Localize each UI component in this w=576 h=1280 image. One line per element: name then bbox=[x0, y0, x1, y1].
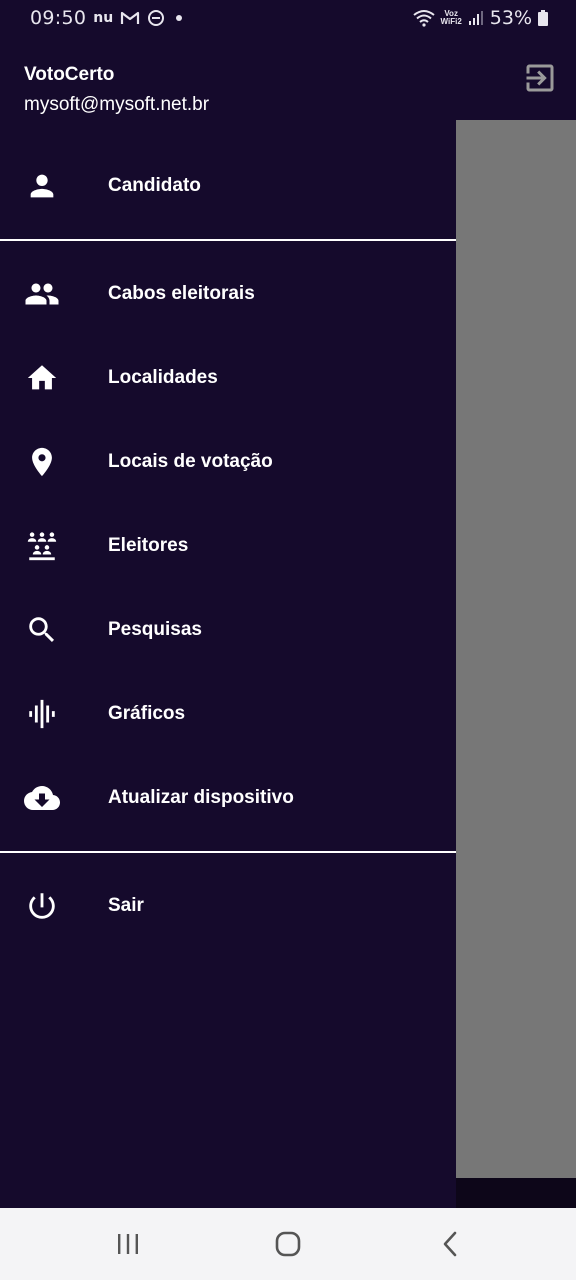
exit-to-app-icon bbox=[526, 64, 554, 92]
status-time: 09:50 bbox=[30, 7, 87, 29]
drawer-scrim[interactable] bbox=[456, 120, 576, 1178]
recent-apps-icon bbox=[118, 1234, 138, 1254]
recent-apps-button[interactable] bbox=[108, 1226, 148, 1262]
menu-item-pesquisas[interactable]: Pesquisas bbox=[0, 598, 456, 662]
back-button[interactable] bbox=[430, 1226, 470, 1262]
power-icon bbox=[24, 888, 60, 924]
menu-item-graficos[interactable]: Gráficos bbox=[0, 682, 456, 746]
cloud-download-icon bbox=[24, 780, 60, 816]
nubank-notification-icon: nu bbox=[93, 10, 114, 26]
person-icon bbox=[24, 168, 60, 204]
status-bar: 09:50 nu Voz WiFi2 53% bbox=[0, 0, 576, 36]
location-pin-icon bbox=[24, 444, 60, 480]
app-name: VotoCerto bbox=[24, 64, 115, 85]
more-notifications-dot-icon bbox=[176, 15, 183, 21]
system-navigation-bar bbox=[0, 1208, 576, 1280]
graphic-eq-icon bbox=[24, 696, 60, 732]
home-icon bbox=[24, 360, 60, 396]
menu-label: Localidades bbox=[108, 367, 218, 388]
voz-wifi-indicator: Voz WiFi2 bbox=[440, 9, 462, 26]
logout-button[interactable] bbox=[522, 60, 558, 96]
back-chevron-icon bbox=[443, 1231, 457, 1257]
search-icon bbox=[24, 612, 60, 648]
signal-strength-icon bbox=[468, 11, 483, 25]
divider bbox=[0, 239, 456, 241]
menu-label: Locais de votação bbox=[108, 451, 273, 472]
menu-item-localidades[interactable]: Localidades bbox=[0, 346, 456, 410]
battery-percentage: 53% bbox=[489, 7, 532, 29]
battery-icon bbox=[538, 10, 548, 26]
menu-label: Sair bbox=[108, 895, 144, 916]
menu-label: Candidato bbox=[108, 175, 201, 196]
menu-item-eleitores[interactable]: Eleitores bbox=[0, 514, 456, 578]
gmail-notification-icon bbox=[121, 11, 140, 24]
menu-item-atualizar-dispositivo[interactable]: Atualizar dispositivo bbox=[0, 766, 456, 830]
navigation-drawer: VotoCerto mysoft@mysoft.net.br Candidato… bbox=[0, 36, 456, 1208]
home-button[interactable] bbox=[268, 1226, 308, 1262]
do-not-disturb-icon bbox=[148, 10, 165, 26]
wifi-icon bbox=[412, 10, 435, 27]
menu-item-locais-de-votacao[interactable]: Locais de votação bbox=[0, 430, 456, 494]
menu-item-cabos-eleitorais[interactable]: Cabos eleitorais bbox=[0, 262, 456, 326]
people-icon bbox=[24, 276, 60, 312]
app-toolbar bbox=[456, 36, 576, 120]
user-email: mysoft@mysoft.net.br bbox=[24, 94, 210, 115]
voters-icon bbox=[24, 528, 60, 564]
app-bottom-bar bbox=[456, 1178, 576, 1208]
menu-label: Atualizar dispositivo bbox=[108, 787, 294, 808]
menu-item-candidato[interactable]: Candidato bbox=[0, 154, 456, 218]
home-outline-icon bbox=[275, 1231, 301, 1257]
menu-label: Eleitores bbox=[108, 535, 189, 556]
drawer-header: VotoCerto mysoft@mysoft.net.br bbox=[24, 64, 209, 116]
menu-item-sair[interactable]: Sair bbox=[0, 874, 456, 938]
menu-label: Pesquisas bbox=[108, 619, 202, 640]
divider bbox=[0, 851, 456, 853]
menu-label: Cabos eleitorais bbox=[108, 283, 255, 304]
menu-label: Gráficos bbox=[108, 703, 186, 724]
